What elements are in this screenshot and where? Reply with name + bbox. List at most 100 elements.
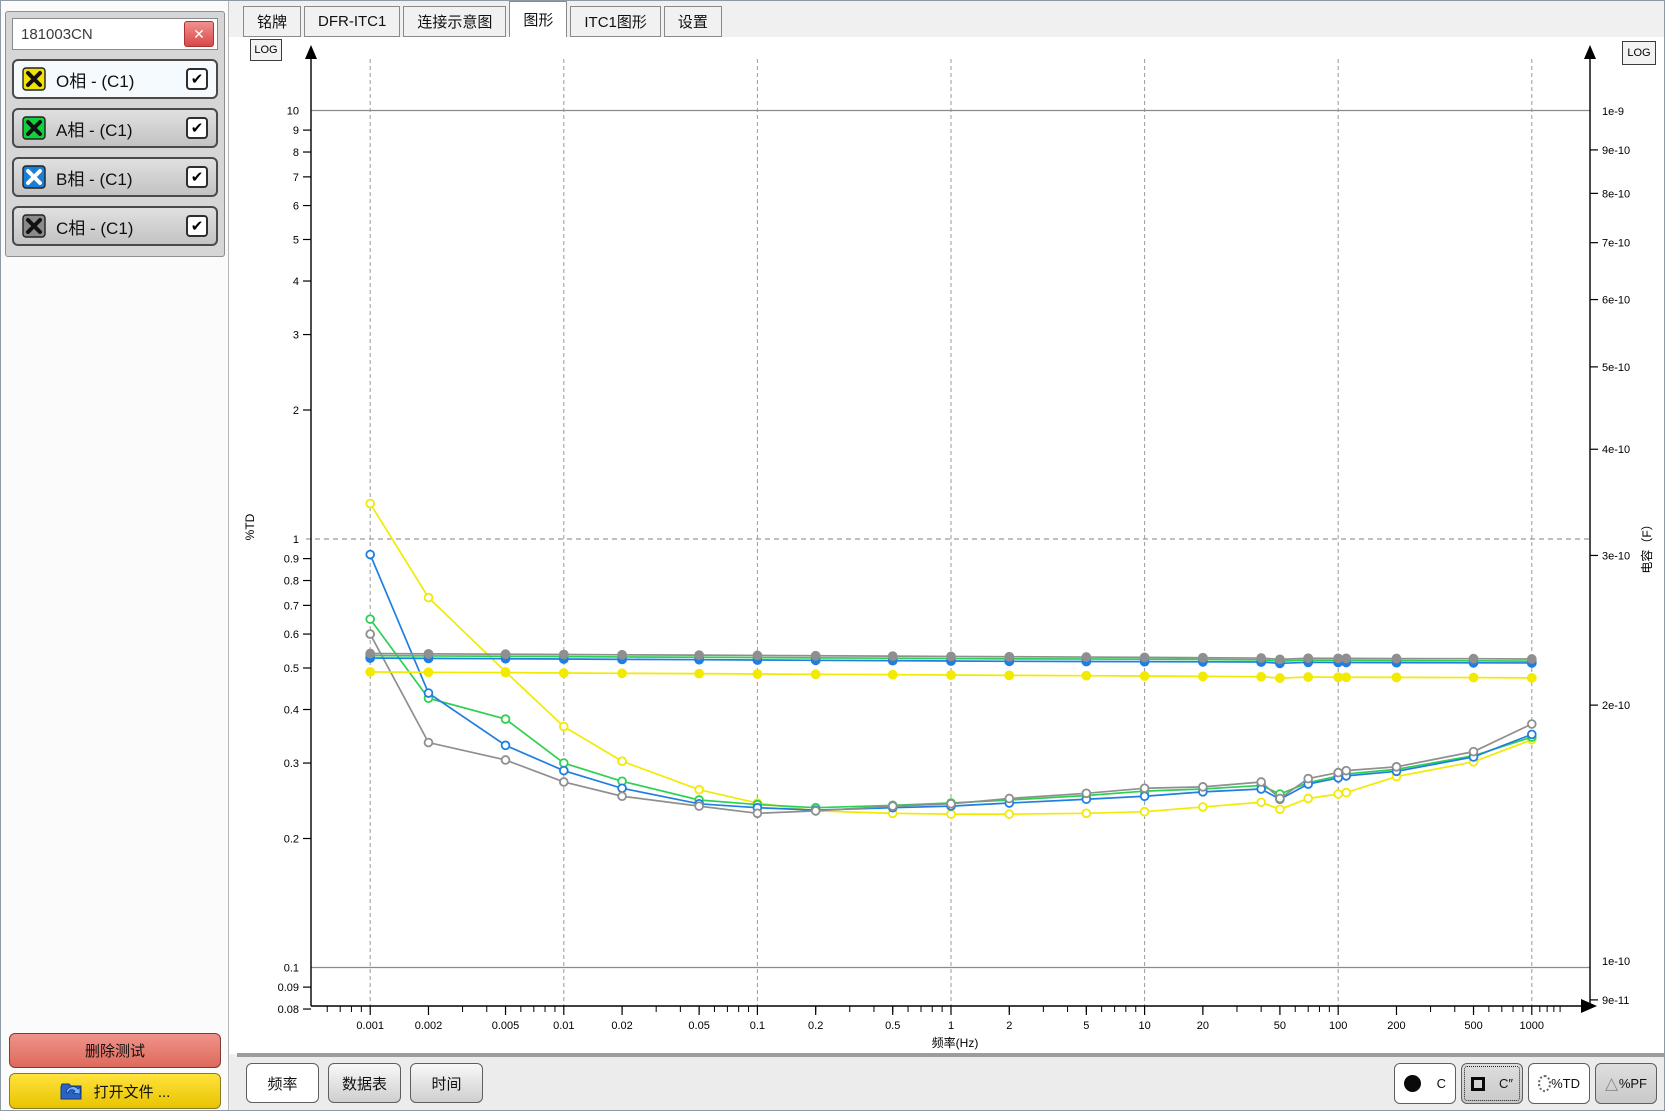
sidebar: 181003CN ✕ O相 - (C1)✔A相 - (C1)✔B相 - (C1)… — [1, 1, 229, 1111]
svg-text:%TD: %TD — [243, 513, 257, 540]
legend-item-c-phase[interactable]: C相 - (C1) ✔ — [12, 206, 218, 246]
legend-item-label: C相 - (C1) — [56, 214, 176, 239]
svg-text:100: 100 — [1329, 1020, 1347, 1032]
svg-text:0.08: 0.08 — [278, 1004, 299, 1016]
marker-toggle-label: C — [1437, 1076, 1446, 1091]
svg-text:3: 3 — [293, 330, 299, 342]
tab-bar: 铭牌DFR-ITC1连接示意图图形ITC1图形设置 — [229, 1, 1665, 37]
legend-item-checkbox[interactable]: ✔ — [186, 68, 208, 90]
legend-item-label: A相 - (C1) — [56, 116, 176, 141]
marker-button-group: C C″ %TD △%PF — [1394, 1063, 1657, 1104]
legend-item-checkbox[interactable]: ✔ — [186, 215, 208, 237]
svg-text:0.02: 0.02 — [611, 1020, 632, 1032]
view-button-时间[interactable]: 时间 — [410, 1063, 483, 1103]
svg-text:8e-10: 8e-10 — [1602, 188, 1630, 200]
svg-text:4: 4 — [293, 276, 299, 288]
open-file-button[interactable]: 打开文件 ... — [9, 1073, 221, 1109]
test-header: 181003CN ✕ — [12, 18, 218, 50]
svg-text:0.5: 0.5 — [284, 663, 299, 675]
series-color-x-icon — [22, 116, 46, 140]
svg-text:0.5: 0.5 — [885, 1020, 900, 1032]
legend-item-a-phase[interactable]: A相 - (C1) ✔ — [12, 108, 218, 148]
legend-item-label: B相 - (C1) — [56, 165, 176, 190]
svg-text:1e-10: 1e-10 — [1602, 956, 1630, 968]
svg-text:0.4: 0.4 — [284, 705, 299, 717]
svg-text:0.1: 0.1 — [284, 963, 299, 975]
marker-toggle-c[interactable]: C″ — [1461, 1063, 1523, 1104]
delete-test-button[interactable]: 删除测试 — [9, 1033, 221, 1068]
tab-dfr-itc1[interactable]: DFR-ITC1 — [304, 6, 400, 37]
svg-text:0.01: 0.01 — [553, 1020, 574, 1032]
tab-连接示意图[interactable]: 连接示意图 — [403, 6, 506, 37]
svg-text:5e-10: 5e-10 — [1602, 362, 1630, 374]
svg-text:0.6: 0.6 — [284, 629, 299, 641]
triangle-icon: △ — [1605, 1075, 1618, 1092]
svg-text:9e-11: 9e-11 — [1602, 995, 1629, 1007]
marker-toggle-td[interactable]: %TD — [1528, 1063, 1590, 1104]
legend-item-list: O相 - (C1) ✔ A相 - (C1) ✔ B相 - (C1) ✔ C相 - (C1) ✔ — [12, 59, 218, 246]
svg-text:2: 2 — [293, 405, 299, 417]
svg-text:3e-10: 3e-10 — [1602, 550, 1630, 562]
legend-item-o-phase[interactable]: O相 - (C1) ✔ — [12, 59, 218, 99]
marker-toggle-c[interactable]: C — [1394, 1063, 1456, 1104]
open-file-icon — [60, 1081, 84, 1101]
series-color-x-icon — [22, 67, 46, 91]
chart-area: 0.0010.0020.0050.010.020.050.10.20.51251… — [229, 37, 1665, 1054]
svg-text:0.9: 0.9 — [284, 554, 299, 566]
tab-设置[interactable]: 设置 — [664, 6, 722, 37]
svg-text:9e-10: 9e-10 — [1602, 145, 1630, 157]
svg-text:7: 7 — [293, 172, 299, 184]
marker-toggle-pf[interactable]: △%PF — [1595, 1063, 1657, 1104]
view-button-频率[interactable]: 频率 — [246, 1063, 319, 1103]
marker-toggle-label: %TD — [1551, 1076, 1580, 1091]
right-axis-log-toggle[interactable]: LOG — [1622, 41, 1656, 65]
chart-canvas[interactable]: 0.0010.0020.0050.010.020.050.10.20.51251… — [229, 37, 1665, 1054]
legend-item-checkbox[interactable]: ✔ — [186, 166, 208, 188]
series-color-x-icon — [22, 165, 46, 189]
svg-text:0.3: 0.3 — [284, 758, 299, 770]
svg-text:9: 9 — [293, 125, 299, 137]
series-color-x-icon — [22, 214, 46, 238]
svg-text:0.005: 0.005 — [492, 1020, 520, 1032]
marker-toggle-label: %PF — [1619, 1076, 1647, 1091]
filled-circle-icon — [1404, 1075, 1421, 1092]
tab-铭牌[interactable]: 铭牌 — [243, 6, 301, 37]
svg-text:频率(Hz): 频率(Hz) — [932, 1035, 979, 1050]
svg-text:500: 500 — [1464, 1020, 1482, 1032]
svg-text:0.001: 0.001 — [356, 1020, 384, 1032]
svg-text:50: 50 — [1274, 1020, 1286, 1032]
svg-text:2: 2 — [1006, 1020, 1012, 1032]
main-area: 铭牌DFR-ITC1连接示意图图形ITC1图形设置 0.001 0.002 0.00… — [229, 1, 1665, 1111]
tab-图形[interactable]: 图形 — [509, 1, 567, 37]
legend-item-b-phase[interactable]: B相 - (C1) ✔ — [12, 157, 218, 197]
svg-text:0.2: 0.2 — [284, 834, 299, 846]
open-file-label: 打开文件 ... — [94, 1081, 171, 1102]
dotted-circle-icon — [1538, 1075, 1551, 1092]
svg-text:1: 1 — [293, 534, 299, 546]
svg-text:4e-10: 4e-10 — [1602, 444, 1630, 456]
legend-item-checkbox[interactable]: ✔ — [186, 117, 208, 139]
svg-text:6e-10: 6e-10 — [1602, 295, 1630, 307]
square-icon — [1471, 1077, 1485, 1091]
delete-test-label: 删除测试 — [85, 1040, 145, 1061]
test-legend-panel: 181003CN ✕ O相 - (C1)✔A相 - (C1)✔B相 - (C1)… — [5, 11, 225, 257]
svg-text:200: 200 — [1387, 1020, 1405, 1032]
svg-text:5: 5 — [293, 234, 299, 246]
close-test-button[interactable]: ✕ — [184, 21, 214, 47]
svg-text:0.002: 0.002 — [415, 1020, 443, 1032]
svg-text:0.1: 0.1 — [750, 1020, 765, 1032]
left-axis-log-toggle[interactable]: LOG — [250, 39, 282, 61]
svg-text:5: 5 — [1083, 1020, 1089, 1032]
svg-text:0.09: 0.09 — [278, 982, 299, 994]
tab-itc1图形[interactable]: ITC1图形 — [570, 6, 661, 37]
svg-text:6: 6 — [293, 201, 299, 213]
svg-text:0.7: 0.7 — [284, 600, 299, 612]
svg-text:1000: 1000 — [1520, 1020, 1544, 1032]
svg-text:1e-9: 1e-9 — [1602, 106, 1624, 118]
svg-text:10: 10 — [1138, 1020, 1150, 1032]
legend-item-label: O相 - (C1) — [56, 67, 176, 92]
view-button-group: 频率数据表时间 — [246, 1063, 483, 1103]
svg-text:0.8: 0.8 — [284, 576, 299, 588]
svg-text:7e-10: 7e-10 — [1602, 238, 1630, 250]
view-button-数据表[interactable]: 数据表 — [328, 1063, 401, 1103]
